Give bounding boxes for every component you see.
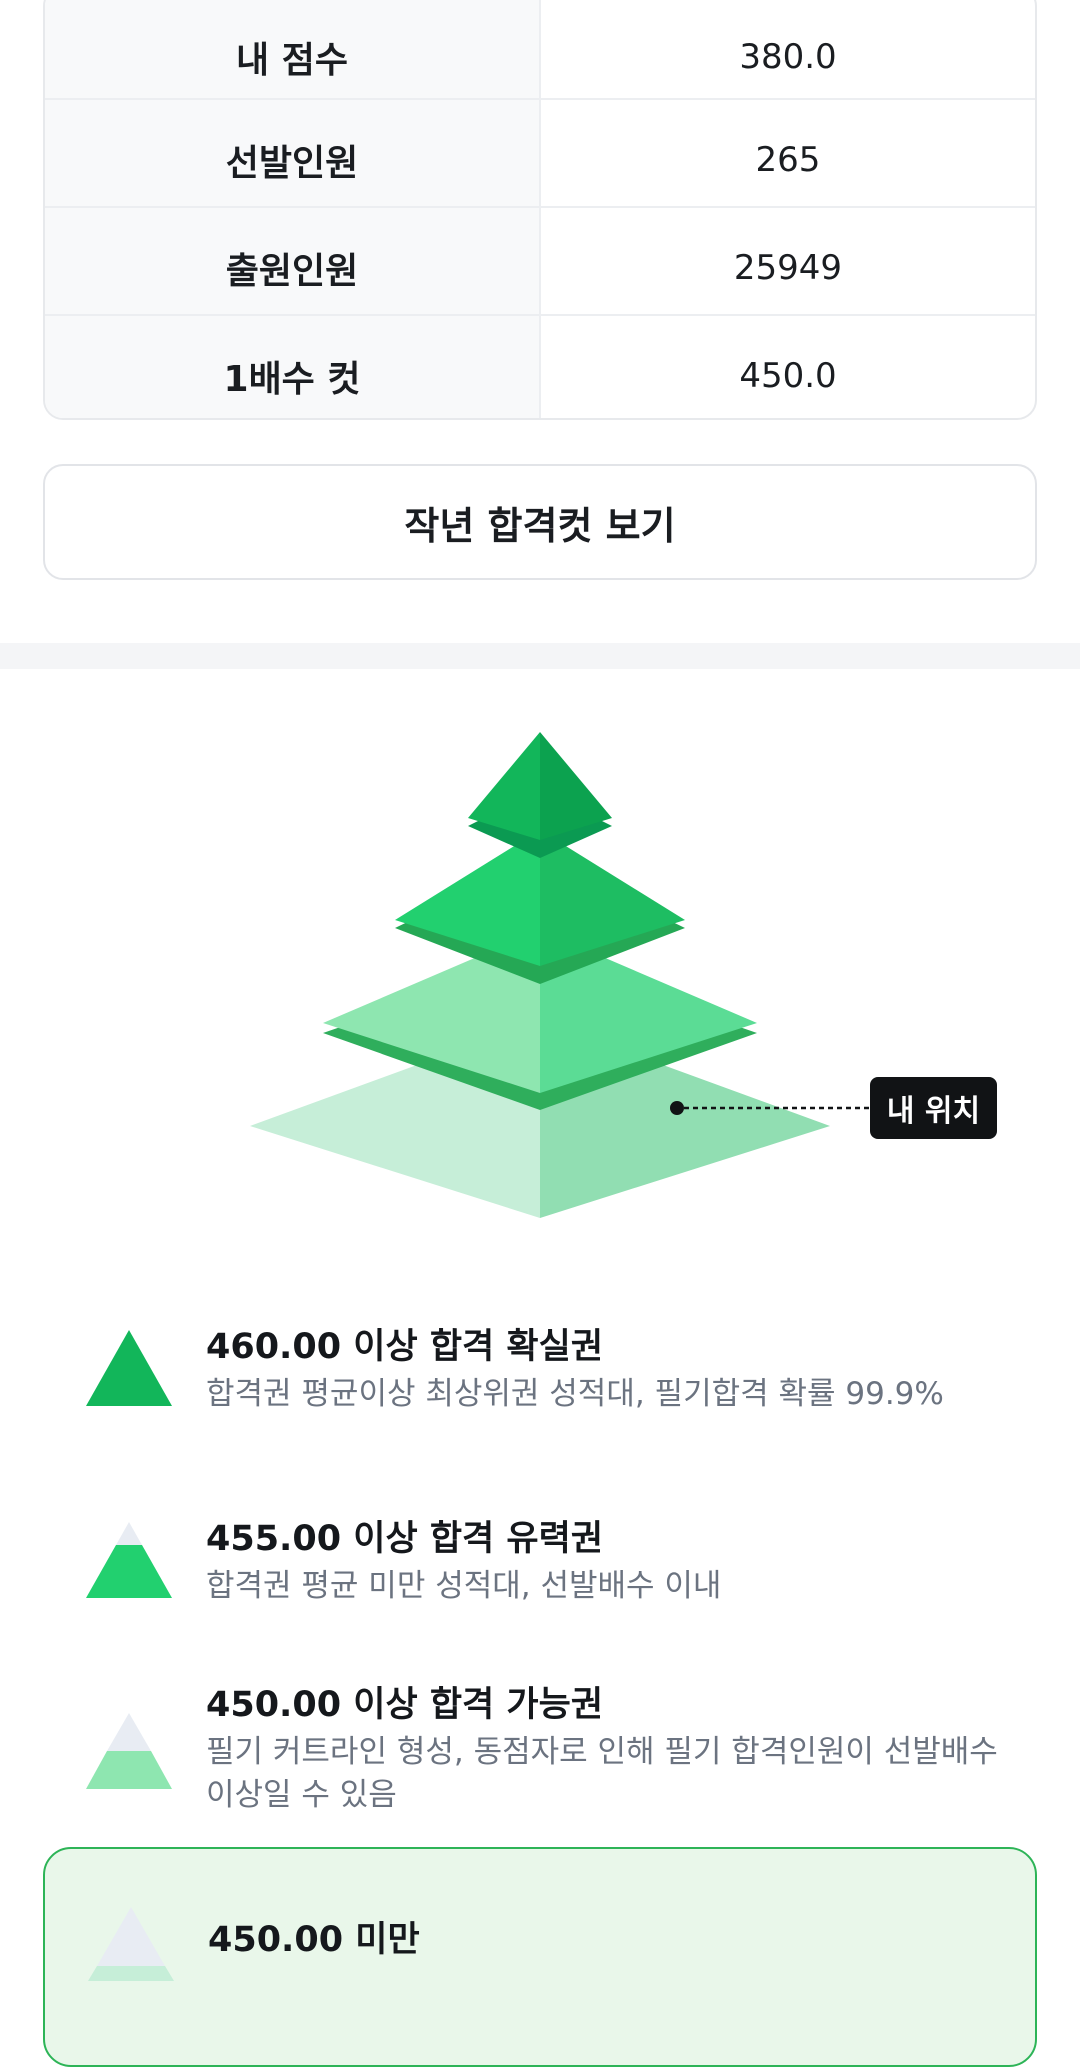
my-position-tag: 내 위치 — [870, 1077, 997, 1139]
section-divider — [0, 643, 1080, 669]
legend-title: 450.00 이상 합격 가능권 — [206, 1685, 604, 1725]
score-stats-table: 내 점수 380.0 선발인원 265 출원인원 25949 1배수 컷 450… — [43, 0, 1037, 420]
pyramid-tier-1-icon — [86, 1330, 172, 1406]
legend-description: 합격권 평균이상 최상위권 성적대, 필기합격 확률 99.9% — [206, 1376, 944, 1412]
stats-row-my-score: 내 점수 380.0 — [45, 0, 1035, 98]
legend-description: 합격권 평균 미만 성적대, 선발배수 이내 — [206, 1568, 722, 1604]
stats-label: 1배수 컷 — [45, 316, 541, 418]
stats-label: 내 점수 — [45, 0, 541, 98]
stats-row-1x-cutoff: 1배수 컷 450.0 — [45, 314, 1035, 418]
stats-row-selection-count: 선발인원 265 — [45, 98, 1035, 206]
stats-value: 25949 — [733, 248, 843, 288]
stats-value: 380.0 — [739, 37, 837, 77]
pyramid-tier-4-icon — [88, 1907, 174, 1981]
stats-label: 선발인원 — [45, 100, 541, 206]
my-position-dot — [670, 1101, 684, 1115]
legend-title: 455.00 이상 합격 유력권 — [206, 1519, 604, 1559]
stats-value: 265 — [755, 140, 821, 180]
legend-description: 필기 커트라인 형성, 동점자로 인해 필기 합격인원이 선발배수 이상일 수 … — [206, 1734, 998, 1813]
stats-label: 출원인원 — [45, 208, 541, 314]
legend-item-tier-4-current: 450.00 미만 — [43, 1847, 1037, 2067]
stats-value: 450.0 — [739, 356, 837, 396]
legend-title: 450.00 미만 — [208, 1920, 420, 1960]
score-pyramid-graphic — [250, 732, 872, 1218]
legend-title: 460.00 이상 합격 확실권 — [206, 1327, 604, 1367]
stats-row-applicant-count: 출원인원 25949 — [45, 206, 1035, 314]
pyramid-tier-2-icon — [86, 1522, 172, 1598]
last-year-cutoff-button[interactable]: 작년 합격컷 보기 — [43, 464, 1037, 580]
pyramid-tier-3-icon — [86, 1713, 172, 1789]
